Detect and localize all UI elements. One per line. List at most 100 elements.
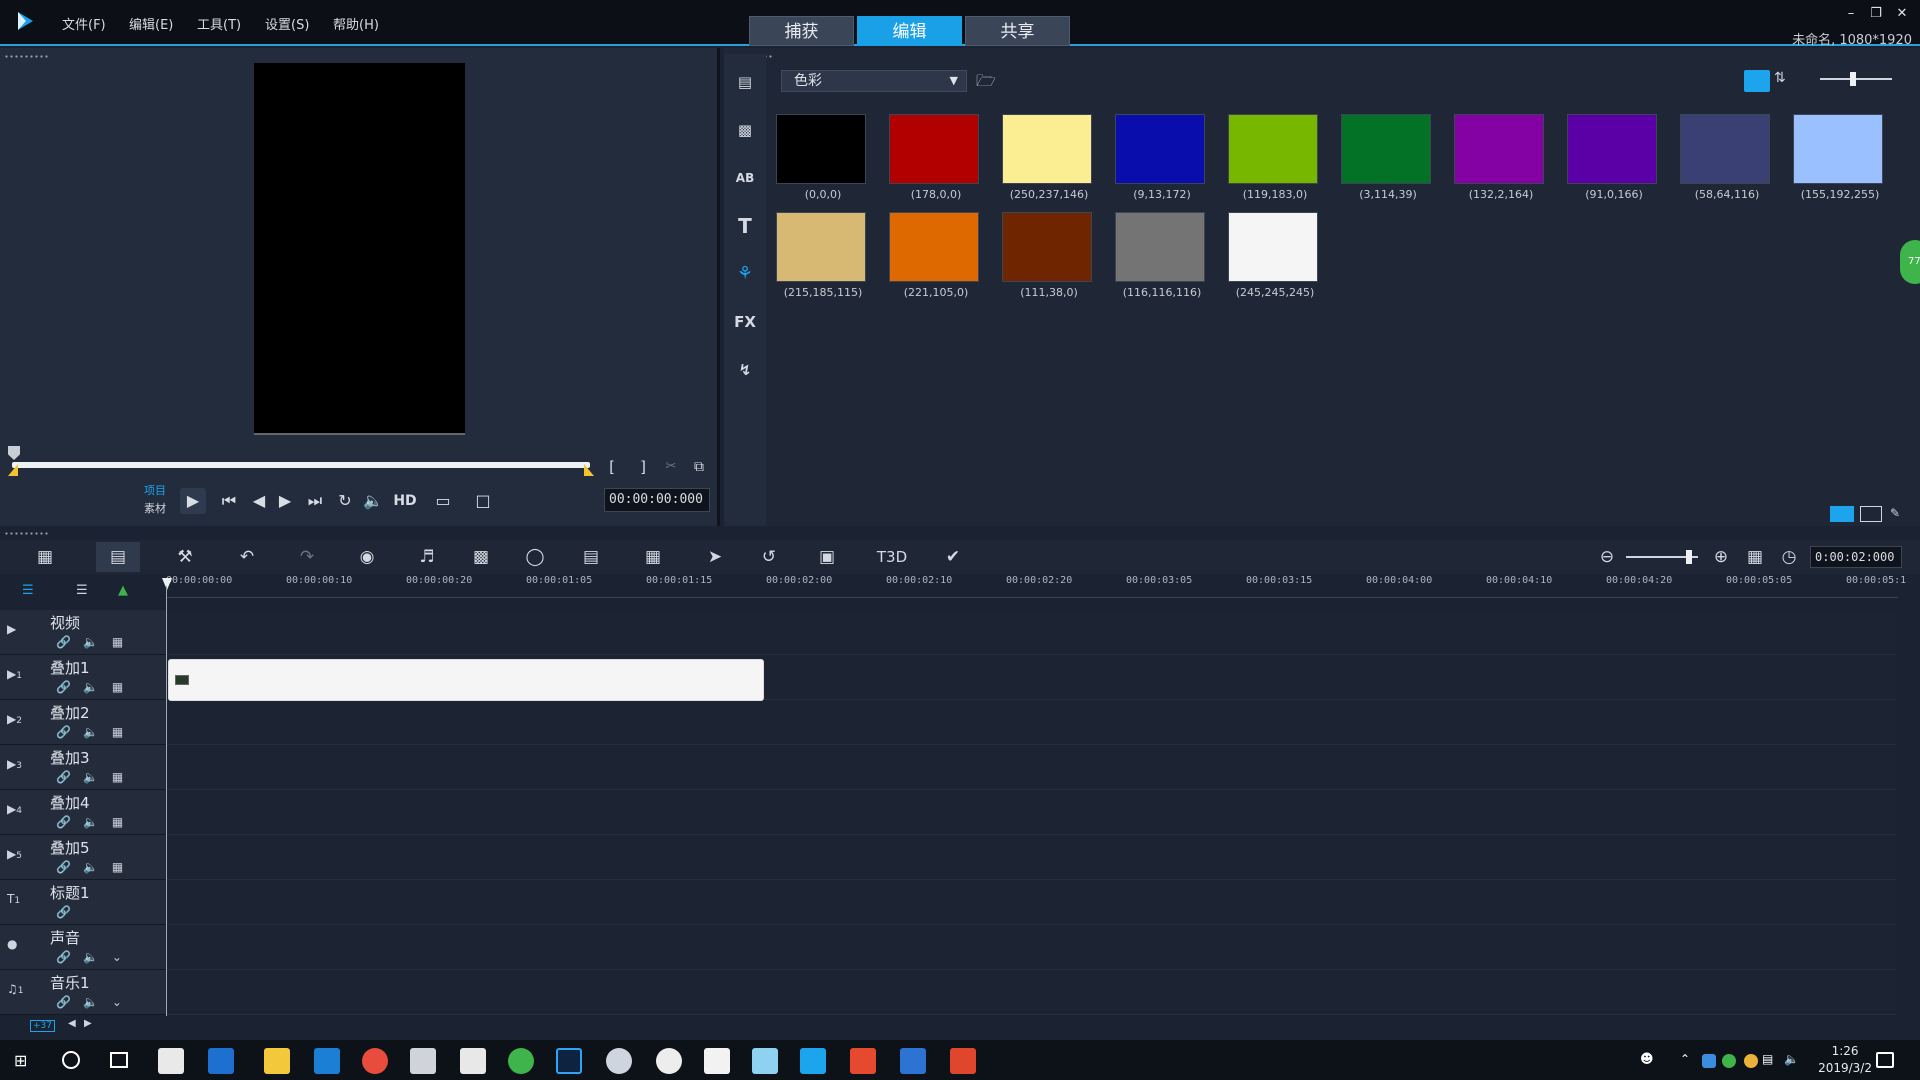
instant-project-icon[interactable]: ▩: [724, 110, 766, 150]
enlarge-preview-icon[interactable]: ⧉: [686, 454, 712, 480]
list-view-icon[interactable]: [1744, 70, 1770, 92]
mail-icon[interactable]: [460, 1048, 486, 1074]
display-mode-icon[interactable]: □: [470, 488, 496, 514]
track-header[interactable]: ▶1 叠加1 🔗 🔈 ▦: [0, 655, 166, 700]
track-header[interactable]: T1 标题1 🔗: [0, 880, 166, 925]
photos-icon[interactable]: [704, 1048, 730, 1074]
track-volume-icon[interactable]: 🔈: [83, 680, 98, 694]
enable-ripple-icon[interactable]: ▲: [118, 583, 140, 599]
tray-app-icon[interactable]: [1702, 1054, 1716, 1068]
track-volume-icon[interactable]: 🔈: [83, 725, 98, 739]
track-header[interactable]: ♫1 音乐1 🔗 🔈 ⌄: [0, 970, 166, 1015]
wps-writer-icon[interactable]: [850, 1048, 876, 1074]
track-volume-icon[interactable]: 🔈: [83, 635, 98, 649]
search-icon[interactable]: [62, 1051, 80, 1069]
media-icon[interactable]: ▤: [724, 62, 766, 102]
track-volume-icon[interactable]: 🔈: [83, 860, 98, 874]
close-icon[interactable]: ✕: [1893, 6, 1911, 22]
speaker-icon[interactable]: 🔈: [1784, 1052, 1802, 1068]
split-clip-icon[interactable]: ✂: [658, 454, 684, 480]
link-icon[interactable]: 🔗: [56, 770, 71, 784]
menu-help[interactable]: 帮助(H): [333, 14, 379, 33]
color-swatch[interactable]: [1454, 114, 1544, 184]
track-lane[interactable]: [166, 745, 1896, 790]
scrub-bar[interactable]: [12, 462, 590, 468]
menu-tools[interactable]: 工具(T): [197, 14, 241, 33]
end-button[interactable]: ⏭: [302, 488, 328, 514]
color-swatch[interactable]: [889, 114, 979, 184]
paint-app-icon[interactable]: [606, 1048, 632, 1074]
tray-expand-icon[interactable]: ⌃: [1680, 1052, 1696, 1068]
previous-frame-button[interactable]: ◀: [246, 488, 272, 514]
link-icon[interactable]: 🔗: [56, 815, 71, 829]
app-pinwheel-icon[interactable]: [158, 1048, 184, 1074]
redo-icon[interactable]: ↷: [292, 542, 322, 572]
play-button[interactable]: ▶: [180, 488, 206, 514]
track-lane[interactable]: [166, 790, 1896, 835]
link-icon[interactable]: 🔗: [56, 725, 71, 739]
track-volume-icon[interactable]: 🔈: [83, 995, 98, 1009]
color-swatch-item[interactable]: (178,0,0): [881, 105, 991, 201]
wps-spreadsheet-icon[interactable]: [900, 1048, 926, 1074]
volume-icon[interactable]: 🔈: [360, 488, 386, 514]
track-grid-icon[interactable]: ▦: [112, 770, 123, 784]
fx-icon[interactable]: FX: [724, 302, 766, 342]
track-lane[interactable]: [166, 925, 1896, 970]
task-view-icon[interactable]: [110, 1052, 128, 1068]
link-icon[interactable]: 🔗: [56, 995, 71, 1009]
voice-track-icon[interactable]: ●: [7, 937, 27, 957]
link-icon[interactable]: 🔗: [56, 860, 71, 874]
library-category-dropdown[interactable]: 色彩 ▼: [781, 70, 967, 92]
color-correction-icon[interactable]: ◉: [352, 542, 382, 572]
timeline-view-icon[interactable]: ▤: [96, 542, 140, 572]
menu-settings[interactable]: 设置(S): [265, 14, 309, 33]
mark-in-button[interactable]: [: [599, 454, 625, 480]
overlay-color-clip[interactable]: [168, 659, 764, 701]
track-manager-icon[interactable]: ☰: [22, 583, 44, 599]
track-volume-icon[interactable]: 🔈: [83, 815, 98, 829]
audio-mixer-icon[interactable]: ♬: [412, 542, 442, 572]
timeline-vertical-scrollbar[interactable]: [1904, 610, 1914, 1015]
rotate-icon[interactable]: ↺: [754, 542, 784, 572]
color-swatch-item[interactable]: (221,105,0): [881, 203, 991, 299]
color-swatch[interactable]: [1228, 114, 1318, 184]
color-swatch-item[interactable]: (111,38,0): [994, 203, 1104, 299]
expand-track-icon[interactable]: ⌄: [112, 995, 122, 1009]
color-swatch[interactable]: [776, 212, 866, 282]
store-icon[interactable]: [410, 1048, 436, 1074]
toolbox-icon[interactable]: ⚒: [170, 542, 200, 572]
track-header[interactable]: ▶3 叠加3 🔗 🔈 ▦: [0, 745, 166, 790]
track-grid-icon[interactable]: ▦: [112, 680, 123, 694]
color-swatch[interactable]: [1793, 114, 1883, 184]
color-swatch[interactable]: [1002, 114, 1092, 184]
fit-to-window-icon[interactable]: ▦: [1740, 542, 1770, 572]
color-swatch[interactable]: [1115, 114, 1205, 184]
color-swatch-item[interactable]: (116,116,116): [1107, 203, 1217, 299]
color-swatch[interactable]: [1341, 114, 1431, 184]
tray-security-icon[interactable]: [1722, 1054, 1736, 1068]
color-swatch-item[interactable]: (9,13,172): [1107, 105, 1217, 201]
notification-center-icon[interactable]: [1876, 1052, 1894, 1068]
minimize-icon[interactable]: –: [1842, 6, 1860, 22]
network-icon[interactable]: ▤: [1762, 1052, 1780, 1068]
track-header[interactable]: ▶ 视频 🔗 🔈 ▦: [0, 610, 166, 655]
photoshop-icon[interactable]: [556, 1048, 582, 1074]
browse-folder-icon[interactable]: 🗁: [976, 70, 1000, 92]
tray-update-icon[interactable]: [1744, 1054, 1758, 1068]
link-icon[interactable]: 🔗: [56, 635, 71, 649]
track-header[interactable]: ● 声音 🔗 🔈 ⌄: [0, 925, 166, 970]
track-header[interactable]: ▶2 叠加2 🔗 🔈 ▦: [0, 700, 166, 745]
link-icon[interactable]: 🔗: [56, 905, 71, 919]
color-swatch-item[interactable]: (119,183,0): [1220, 105, 1330, 201]
green-app-icon[interactable]: [508, 1048, 534, 1074]
track-grid-icon[interactable]: ▦: [112, 860, 123, 874]
track-grid-icon[interactable]: ▦: [112, 725, 123, 739]
color-swatch-item[interactable]: (215,185,115): [768, 203, 878, 299]
overlay-track-icon[interactable]: ▶3: [7, 757, 27, 777]
color-icon[interactable]: ⚘: [724, 254, 766, 294]
repeat-icon[interactable]: ↻: [332, 488, 358, 514]
bottom-badge[interactable]: +37: [30, 1020, 55, 1032]
sort-icon[interactable]: ⇅: [1774, 70, 1794, 92]
zoom-out-icon[interactable]: ⊖: [1592, 542, 1622, 572]
color-swatch-item[interactable]: (245,245,245): [1220, 203, 1330, 299]
